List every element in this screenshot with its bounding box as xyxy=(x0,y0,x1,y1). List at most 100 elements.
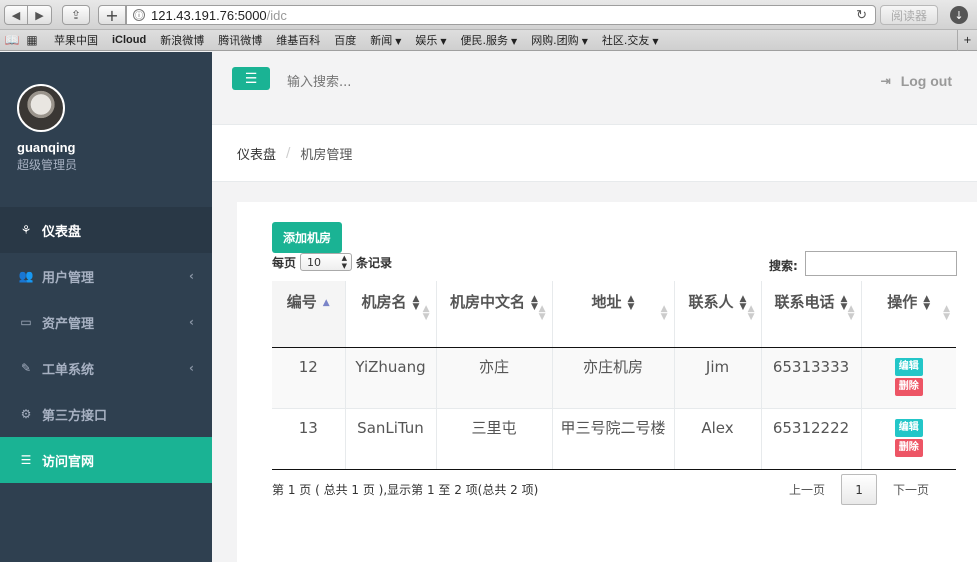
bars-icon: ☰ xyxy=(244,70,258,87)
column-header-label: 联系人 xyxy=(688,293,734,311)
browser-toolbar: ◀ ▶ ⇪ + ⓘ 121.43.191.76:5000/idc ↻ 阅读器 ↓ xyxy=(0,0,977,30)
bookmark-item[interactable]: 维基百科 xyxy=(276,32,320,48)
breadcrumb-home[interactable]: 仪表盘 xyxy=(237,144,276,163)
bookmark-item[interactable]: 便民.服务 ▼ xyxy=(461,32,518,48)
bookmark-item[interactable]: 新浪微博 xyxy=(160,32,204,48)
bookmark-label: 娱乐 xyxy=(415,34,438,47)
sort-icon: ▲ ▼ xyxy=(627,293,635,312)
bookmark-label: 新浪微博 xyxy=(160,34,205,47)
forward-button[interactable]: ▶ xyxy=(28,5,52,25)
cell-actions: 编辑 删除 xyxy=(861,347,956,409)
new-tab-button[interactable]: + xyxy=(98,5,126,25)
cell-actions: 编辑 删除 xyxy=(861,408,957,470)
page-length-select[interactable]: 10 ▲ ▼ xyxy=(300,253,353,271)
column-header-label: 操作 xyxy=(887,293,918,311)
table-row: 12 YiZhuang 亦庄 亦庄机房 Jim 65313333 编辑 删除 xyxy=(272,347,956,409)
sort-icon: ▲ ▼ xyxy=(923,293,931,312)
logout-link[interactable]: ⇥ Log out xyxy=(881,73,952,89)
menu-toggle-button[interactable]: ☰ xyxy=(232,67,270,90)
caret-down-icon: ▼ xyxy=(440,37,447,46)
url-host: 121.43.191.76:5000 xyxy=(151,7,267,23)
top-sites-icon[interactable]: ▦ xyxy=(24,33,40,47)
column-header-label: 机房名 xyxy=(361,293,407,311)
sort-both-icon: ▲ ▼ xyxy=(747,304,755,322)
bookmarks-bar: 📖 ▦ 苹果中国 iCloud 新浪微博 腾讯微博 维基百科 百度 新闻 ▼ 娱乐 ▼ 便民.服务 ▼… xyxy=(0,30,977,51)
column-header-label: 编号 xyxy=(286,293,317,311)
top-navbar: ☰ ⇥ Log out xyxy=(212,52,977,125)
column-header[interactable]: 联系人 ▲ ▼ ▲ ▼ xyxy=(674,281,762,348)
bookmark-label: 百度 xyxy=(334,34,357,47)
inbox-icon: ▭ xyxy=(20,315,32,329)
content-panel: 添加机房 每页 10 ▲ ▼ 条记录 搜索: 编号 ▲ 机房名 ▲ ▼ ▲ ▼ 机房中文名 ▲ ▼ ▲ ▼… xyxy=(237,202,977,562)
column-header[interactable]: 联系电话 ▲ ▼ ▲ ▼ xyxy=(761,281,862,348)
bookmark-item[interactable]: 娱乐 ▼ xyxy=(415,32,446,48)
back-button[interactable]: ◀ xyxy=(4,5,28,25)
page-length-control: 每页 10 ▲ ▼ 条记录 xyxy=(272,253,392,271)
share-icon: ⇪ xyxy=(70,8,82,22)
sidebar-item-label: 仪表盘 xyxy=(42,224,82,240)
delete-button[interactable]: 删除 xyxy=(894,377,923,396)
bookmark-item[interactable]: 腾讯微博 xyxy=(218,32,262,48)
prev-page-link[interactable]: 上一页 xyxy=(789,481,825,498)
reload-icon[interactable]: ↻ xyxy=(856,7,867,23)
profile-panel: guanqing 超级管理员 xyxy=(0,52,212,207)
breadcrumb-separator: / xyxy=(286,145,291,161)
add-idc-button[interactable]: 添加机房 xyxy=(272,222,342,253)
caret-down-icon: ▼ xyxy=(652,37,659,46)
idc-table: 编号 ▲ 机房名 ▲ ▼ ▲ ▼ 机房中文名 ▲ ▼ ▲ ▼ 地址 ▲ ▼ ▲ ▼ 联系人 ▲ ▼ ▲ ▼ 联系电话 ▲ ▼ ▲ ▼… xyxy=(272,281,956,470)
table-search-input[interactable] xyxy=(805,251,957,276)
database-icon: ☰ xyxy=(20,453,32,467)
share-button[interactable]: ⇪ xyxy=(62,5,90,25)
row-actions: 编辑 删除 xyxy=(862,417,957,457)
page-button-current[interactable]: 1 xyxy=(841,474,878,505)
column-header[interactable]: 机房名 ▲ ▼ ▲ ▼ xyxy=(345,281,437,348)
chevron-left-icon: ‹ xyxy=(189,315,194,329)
user-role: 超级管理员 xyxy=(17,158,78,172)
download-icon[interactable]: ↓ xyxy=(950,6,968,24)
bookmark-label: 苹果中国 xyxy=(54,34,98,47)
top-search-input[interactable] xyxy=(287,72,587,92)
edit-button[interactable]: 编辑 xyxy=(894,418,923,437)
reader-button[interactable]: 阅读器 xyxy=(880,5,938,25)
reading-list-icon[interactable]: 📖 xyxy=(4,33,20,47)
delete-button[interactable]: 删除 xyxy=(894,438,923,457)
caret-down-icon: ▼ xyxy=(581,37,588,46)
sidebar-item-label: 用户管理 xyxy=(42,270,95,286)
sort-asc-icon: ▲ xyxy=(322,297,330,308)
bookmark-item[interactable]: 苹果中国 xyxy=(54,32,98,48)
username[interactable]: guanqing xyxy=(17,140,76,155)
bookmark-item[interactable]: 百度 xyxy=(334,32,356,48)
next-page-link[interactable]: 下一页 xyxy=(893,481,929,498)
column-header[interactable]: 操作 ▲ ▼ ▲ ▼ xyxy=(861,281,956,348)
bookmark-item[interactable]: 社区.交友 ▼ xyxy=(602,32,659,48)
sidebar-item[interactable]: ✎ 工单系统 ‹ xyxy=(0,345,212,391)
pagination: 上一页 1 下一页 xyxy=(789,474,929,505)
gears-icon: ⚙ xyxy=(20,407,32,421)
bookmark-item[interactable]: 新闻 ▼ xyxy=(370,32,401,48)
bookmark-label: iCloud xyxy=(112,34,147,46)
column-header[interactable]: 编号 ▲ xyxy=(272,281,346,348)
logout-label: Log out xyxy=(900,73,952,89)
sidebar-item[interactable]: 👥 用户管理 ‹ xyxy=(0,253,212,299)
sidebar-item[interactable]: ☰ 访问官网 xyxy=(0,437,212,483)
address-bar[interactable]: ⓘ 121.43.191.76:5000/idc ↻ xyxy=(126,5,876,25)
bookmark-label: 腾讯微博 xyxy=(218,34,263,47)
cell-cn-name: 亦庄 xyxy=(436,347,553,409)
sort-icon: ▲ ▼ xyxy=(840,293,848,312)
sort-both-icon: ▲ ▼ xyxy=(660,304,668,322)
sort-both-icon: ▲ ▼ xyxy=(538,304,546,322)
avatar[interactable] xyxy=(17,84,65,132)
column-header[interactable]: 地址 ▲ ▼ ▲ ▼ xyxy=(552,281,675,348)
column-header[interactable]: 机房中文名 ▲ ▼ ▲ ▼ xyxy=(436,281,553,348)
sidebar-item[interactable]: ⚙ 第三方接口 xyxy=(0,391,212,437)
add-tab-icon[interactable]: + xyxy=(957,30,977,51)
sidebar-item[interactable]: ⚘ 仪表盘 xyxy=(0,207,212,253)
table-info: 第 1 页 ( 总共 1 页 ),显示第 1 至 2 项(总共 2 项) xyxy=(272,483,539,497)
sort-icon: ▲ ▼ xyxy=(412,293,420,312)
cell-cn-name: 三里屯 xyxy=(436,408,553,470)
bookmark-item[interactable]: 网购.团购 ▼ xyxy=(531,32,588,48)
bookmark-item[interactable]: iCloud xyxy=(112,34,146,46)
edit-button[interactable]: 编辑 xyxy=(894,357,923,376)
sidebar-item[interactable]: ▭ 资产管理 ‹ xyxy=(0,299,212,345)
caret-down-icon: ▼ xyxy=(511,37,518,46)
